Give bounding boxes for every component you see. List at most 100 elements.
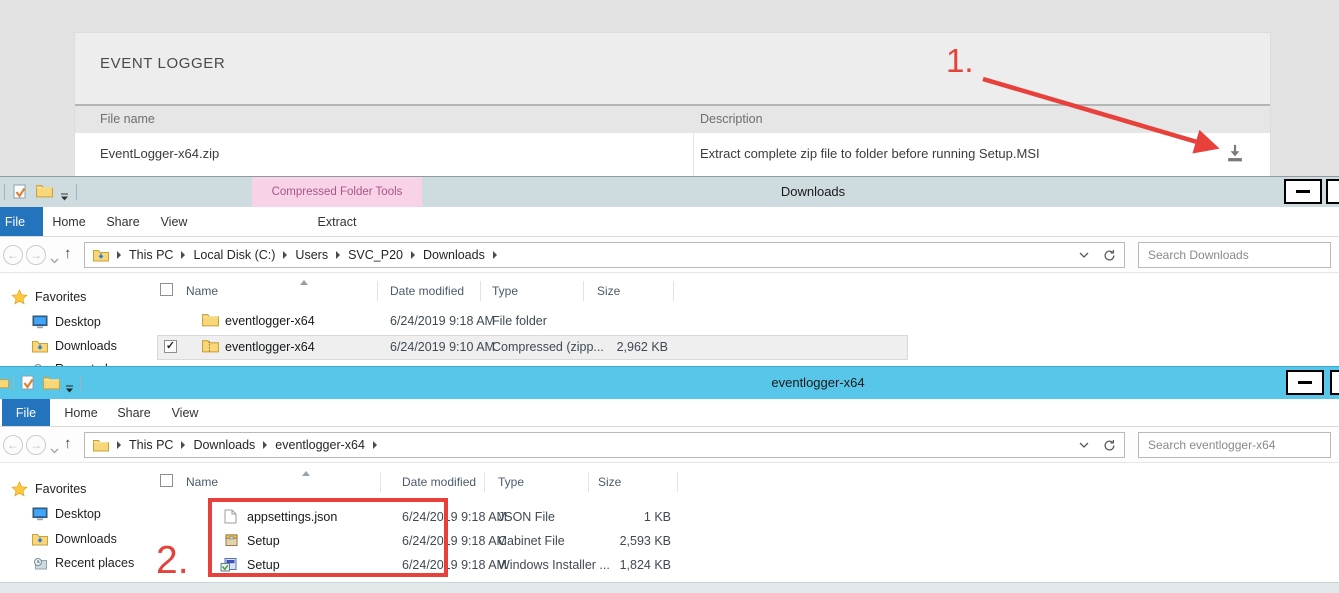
ribbon-tabs: File Home Share View Extract <box>0 207 1339 237</box>
maximize-button[interactable] <box>1330 370 1339 395</box>
search-box[interactable] <box>1138 242 1331 268</box>
up-button[interactable]: ↑ <box>64 435 72 452</box>
tab-view[interactable]: View <box>151 207 197 236</box>
address-folder-icon <box>93 249 109 262</box>
maximize-button[interactable] <box>1326 179 1339 204</box>
breadcrumb-separator <box>117 441 121 449</box>
back-button[interactable]: ← <box>3 245 23 265</box>
file-row-appsettings-json[interactable]: appsettings.json 6/24/2019 9:18 AM JSON … <box>0 505 910 529</box>
column-size[interactable]: Size <box>597 284 620 298</box>
file-row-setup-msi[interactable]: Setup 6/24/2019 9:18 AM Windows Installe… <box>0 553 910 577</box>
breadcrumb-users[interactable]: Users <box>295 248 328 262</box>
recent-locations-icon[interactable] <box>50 441 59 459</box>
folder-icon <box>202 313 219 332</box>
refresh-icon[interactable] <box>1103 249 1116 262</box>
window-bottom-edge <box>0 582 1339 593</box>
separator <box>13 375 14 391</box>
zip-folder-icon <box>202 339 219 358</box>
breadcrumb-separator <box>493 251 497 259</box>
file-size: 1 KB <box>560 510 671 524</box>
column-type[interactable]: Type <box>492 284 518 298</box>
breadcrumb-separator <box>263 441 267 449</box>
screenshot: EVENT LOGGER File name Description Event… <box>0 0 1339 593</box>
minimize-button[interactable] <box>1286 370 1324 395</box>
column-size[interactable]: Size <box>598 475 621 489</box>
tab-share[interactable]: Share <box>110 399 158 426</box>
address-bar-row: ← → ↑ This PC Local Disk (C:) Users SVC_… <box>0 237 1339 273</box>
ribbon-tabs: File Home Share View <box>0 399 1339 427</box>
back-button[interactable]: ← <box>3 435 23 455</box>
address-box[interactable]: This PC Downloads eventlogger-x64 <box>84 432 1125 458</box>
annotation-rectangle <box>208 498 448 577</box>
tab-file[interactable]: File <box>2 399 50 426</box>
breadcrumb-this-pc[interactable]: This PC <box>129 438 173 452</box>
col-file-name: File name <box>100 112 155 126</box>
address-dropdown-icon[interactable] <box>1079 252 1089 258</box>
breadcrumb-separator <box>283 251 287 259</box>
breadcrumb-downloads[interactable]: Downloads <box>193 438 255 452</box>
address-dropdown-icon[interactable] <box>1079 442 1089 448</box>
new-folder-icon[interactable] <box>36 184 53 203</box>
list-header: Name Date modified Type Size <box>0 471 940 497</box>
explorer-window-eventlogger-x64: eventlogger-x64 File Home Share View ← →… <box>0 366 1339 593</box>
context-tab-compressed-folder-tools[interactable]: Compressed Folder Tools <box>252 177 422 207</box>
breadcrumb-local-disk[interactable]: Local Disk (C:) <box>193 248 275 262</box>
row-checkbox-checked[interactable]: ✓ <box>164 340 177 353</box>
breadcrumb-separator <box>181 441 185 449</box>
column-name[interactable]: Name <box>186 284 218 298</box>
select-all-checkbox[interactable] <box>160 474 173 487</box>
recent-locations-icon[interactable] <box>50 251 59 269</box>
sort-ascending-icon <box>302 471 310 476</box>
tab-file[interactable]: File <box>0 207 43 236</box>
select-all-checkbox[interactable] <box>160 283 173 296</box>
properties-icon[interactable] <box>21 375 36 396</box>
file-row-eventlogger-zip-selected[interactable]: ✓ eventlogger-x64 6/24/2019 9:10 AM Comp… <box>0 335 910 360</box>
download-page-panel: EVENT LOGGER File name Description Event… <box>0 0 1339 176</box>
tab-share[interactable]: Share <box>99 207 147 236</box>
cell-divider <box>693 133 694 176</box>
column-date-modified[interactable]: Date modified <box>402 475 476 489</box>
file-row-setup-cab[interactable]: Setup 6/24/2019 9:18 AM Cabinet File 2,5… <box>0 529 910 553</box>
file-row-eventlogger-folder[interactable]: eventlogger-x64 6/24/2019 9:18 AM File f… <box>0 309 910 334</box>
search-input[interactable] <box>1139 433 1330 457</box>
tab-home[interactable]: Home <box>58 399 104 426</box>
download-row: EventLogger-x64.zip Extract complete zip… <box>75 133 1270 176</box>
sidebar-item-recent-places[interactable]: Recent places <box>32 359 134 366</box>
annotation-step-1: 1. <box>946 42 974 80</box>
separator <box>76 184 77 200</box>
breadcrumb-eventlogger-x64[interactable]: eventlogger-x64 <box>275 438 365 452</box>
breadcrumb-separator <box>373 441 377 449</box>
search-input[interactable] <box>1139 243 1330 267</box>
file-type: File folder <box>492 314 547 328</box>
file-name: eventlogger-x64 <box>225 314 315 328</box>
file-name: eventlogger-x64 <box>225 340 315 354</box>
up-button[interactable]: ↑ <box>64 245 72 262</box>
tab-home[interactable]: Home <box>46 207 92 236</box>
tab-view[interactable]: View <box>162 399 208 426</box>
system-folder-icon <box>0 376 9 394</box>
address-box[interactable]: This PC Local Disk (C:) Users SVC_P20 Do… <box>84 242 1125 268</box>
refresh-icon[interactable] <box>1103 439 1116 452</box>
breadcrumb-this-pc[interactable]: This PC <box>129 248 173 262</box>
explorer-window-downloads: Compressed Folder Tools Downloads File H… <box>0 176 1339 366</box>
customize-qat-icon[interactable] <box>60 188 69 206</box>
column-date-modified[interactable]: Date modified <box>390 284 464 298</box>
properties-icon[interactable] <box>13 184 28 205</box>
window-title: eventlogger-x64 <box>771 375 864 390</box>
window-content: Favorites Desktop Downloads Recent place… <box>0 273 1339 366</box>
column-type[interactable]: Type <box>498 475 524 489</box>
breadcrumb-separator <box>117 251 121 259</box>
new-folder-icon[interactable] <box>43 376 60 395</box>
forward-button[interactable]: → <box>26 245 46 265</box>
forward-button[interactable]: → <box>26 435 46 455</box>
page-title: EVENT LOGGER <box>100 55 225 72</box>
column-name[interactable]: Name <box>186 475 218 489</box>
breadcrumb-svc-p20[interactable]: SVC_P20 <box>348 248 403 262</box>
search-box[interactable] <box>1138 432 1331 458</box>
customize-qat-icon[interactable] <box>65 380 74 398</box>
event-logger-card: EVENT LOGGER File name Description Event… <box>75 33 1270 176</box>
tab-extract[interactable]: Extract <box>305 207 369 236</box>
download-icon[interactable] <box>1224 143 1246 164</box>
minimize-button[interactable] <box>1284 179 1322 204</box>
breadcrumb-downloads[interactable]: Downloads <box>423 248 485 262</box>
